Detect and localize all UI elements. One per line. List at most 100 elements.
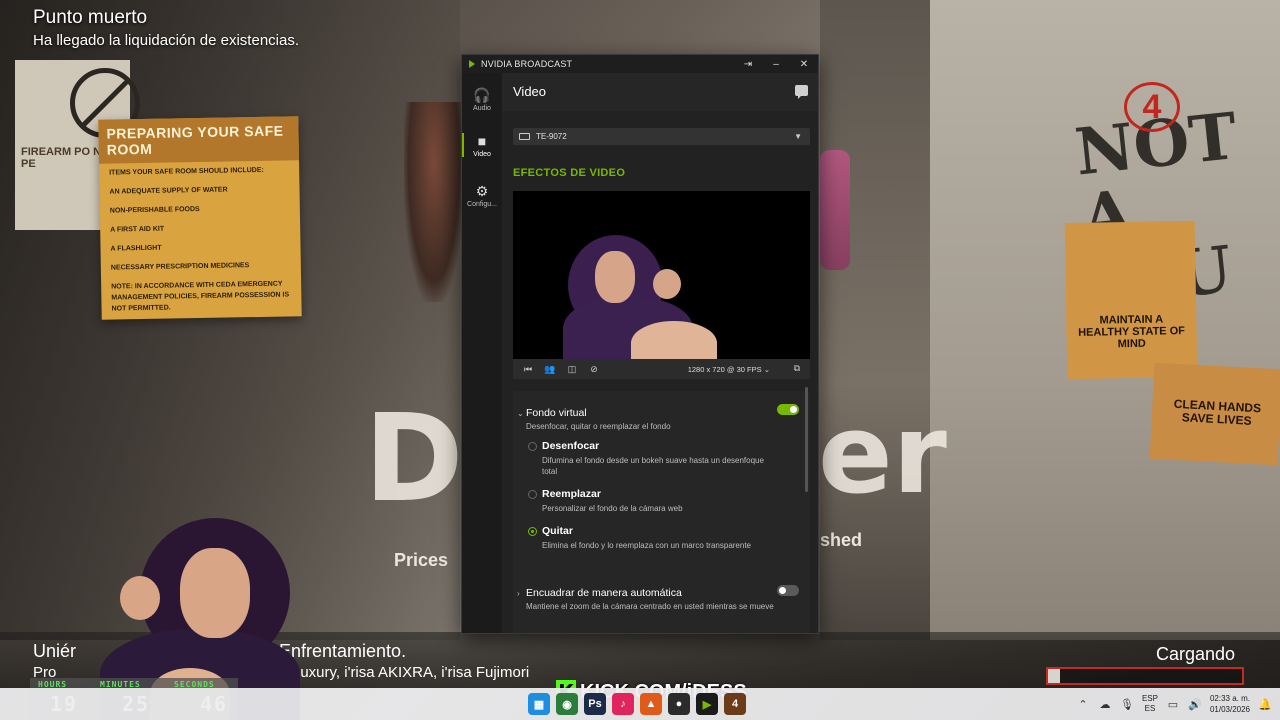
chevron-up-icon[interactable]: ⌃ (1076, 698, 1090, 711)
effect-description: Mantiene el zoom de la cámara centrado e… (526, 602, 774, 611)
nav-item-settings[interactable]: ⚙ Configu... (462, 173, 502, 217)
loading-label: Cargando (1156, 644, 1236, 664)
chevron-down-icon: ▼ (794, 132, 802, 141)
nav-sidebar: 🎧 Audio ■ Video ⚙ Configu... (462, 73, 502, 633)
video-effects-heading: EFECTOS DE VIDEO (513, 167, 626, 179)
close-button[interactable]: ✕ (790, 55, 818, 73)
photoshop-icon[interactable]: Ps (584, 693, 606, 715)
notification-bell-icon[interactable]: 🔔 (1258, 698, 1272, 711)
music-icon[interactable]: ♪ (612, 693, 634, 715)
github-icon[interactable]: ● (668, 693, 690, 715)
network-icon[interactable]: ▭ (1166, 698, 1180, 711)
window-controls: ⇥ – ✕ (734, 55, 818, 73)
windows-start-icon[interactable]: ▦ (528, 693, 550, 715)
effect-name: Encuadrar de manera automática (526, 587, 682, 599)
poster-figure (820, 150, 850, 270)
headphones-icon: 🎧 (473, 86, 491, 103)
option-remove-description: Elimina el fondo y lo reemplaza con un m… (542, 541, 751, 550)
nvidia-logo-icon (469, 60, 475, 68)
language-bottom: ES (1144, 704, 1156, 713)
language-indicator[interactable]: ESP ES (1142, 694, 1158, 714)
safe-room-poster: PREPARING YOUR SAFE ROOM ITEMS YOUR SAFE… (98, 116, 302, 320)
virtual-background-toggle[interactable] (777, 404, 799, 415)
feedback-icon[interactable] (795, 85, 808, 99)
webcam-icon (519, 133, 530, 140)
radio-blur[interactable] (528, 442, 537, 451)
radio-replace[interactable] (528, 490, 537, 499)
nav-item-audio[interactable]: 🎧 Audio (462, 77, 502, 121)
skip-back-icon[interactable]: ⏮ (517, 364, 539, 375)
clock-time: 02:33 a. m. (1209, 694, 1250, 703)
taskbar-clock[interactable]: 02:33 a. m. 01/03/2026 (1210, 693, 1250, 715)
snapshot-icon[interactable]: ◫ (561, 364, 583, 375)
healthy-mind-text: MAINTAIN A HEALTHY STATE OF MIND (1078, 313, 1186, 351)
nav-item-label: Audio (473, 104, 491, 112)
preview-hand (653, 269, 681, 299)
option-blur-description: Difumina el fondo desde un bokeh suave h… (542, 456, 764, 476)
loading-progress-fill (1048, 669, 1060, 683)
webcam-face (180, 548, 250, 638)
zombie-figure (404, 102, 464, 302)
nav-item-video[interactable]: ■ Video (462, 123, 502, 167)
preview-face (595, 251, 635, 303)
effect-name: Fondo virtual (526, 407, 587, 419)
page-title: Video (513, 84, 547, 99)
microphone-icon[interactable]: 🎙 (1120, 698, 1134, 711)
healthy-mind-poster: MAINTAIN A HEALTHY STATE OF MIND (1064, 220, 1198, 380)
clock-date: 01/03/2026 (1209, 705, 1250, 714)
minimize-button[interactable]: – (762, 55, 790, 73)
chevron-down-icon[interactable]: ⌄ (517, 409, 524, 418)
panel-scrollbar[interactable] (805, 387, 808, 492)
page-header: Video (502, 73, 818, 111)
chevron-right-icon[interactable]: › (517, 589, 520, 598)
option-remove-label[interactable]: Quitar (542, 525, 573, 537)
taskbar-apps: ▦ ◉ Ps ♪ ▲ ● ▶ 4 (528, 693, 746, 717)
nav-item-label: Configu... (467, 200, 497, 208)
auto-frame-toggle[interactable] (777, 585, 799, 596)
window-title: NVIDIA BROADCAST (481, 59, 573, 69)
nvidia-broadcast-window: NVIDIA BROADCAST ⇥ – ✕ 🎧 Audio ■ Video ⚙… (461, 54, 819, 634)
people-icon[interactable]: 👥 (539, 364, 561, 375)
gear-icon: ⚙ (475, 182, 489, 199)
sign-in-icon[interactable]: ⇥ (734, 55, 762, 73)
join-message-left: Uniér (33, 641, 77, 661)
nav-item-label: Video (473, 150, 491, 158)
windows-taskbar: ▦ ◉ Ps ♪ ▲ ● ▶ 4 ⌃ ☁ 🎙 ESP ES ▭ 🔊 02:33 … (0, 688, 1280, 720)
loading-progress-bar (1046, 667, 1244, 685)
hide-preview-icon[interactable]: ⊘ (583, 364, 605, 375)
achievement-description: Ha llegado la liquidación de existencias… (33, 32, 300, 49)
game-title-right: er (818, 390, 947, 518)
preview-controls: ⏮ 👥 ◫ ⊘ 1280 x 720 @ 30 FPS ⌄ ⧉ (513, 359, 810, 379)
achievement-title: Punto muerto (33, 7, 148, 28)
clean-hands-poster: CLEAN HANDS SAVE LIVES (1149, 362, 1280, 466)
camera-device-value: TE-9072 (536, 132, 567, 141)
join-subtext-right: Luxury, i'risa AKIXRA, i'risa Fujimori (292, 664, 530, 681)
option-replace-label[interactable]: Reemplazar (542, 488, 601, 500)
compare-icon[interactable]: ⧉ (794, 363, 800, 374)
safe-room-poster-line: NOTE: IN ACCORDANCE WITH CEDA EMERGENCY … (111, 280, 290, 313)
camera-device-select[interactable]: TE-9072 ▼ (513, 128, 810, 145)
clean-hands-text: CLEAN HANDS SAVE LIVES (1173, 396, 1262, 428)
xbox-icon[interactable]: ◉ (556, 693, 578, 715)
resolution-selector[interactable]: 1280 x 720 @ 30 FPS ⌄ (688, 365, 770, 374)
volume-icon[interactable]: 🔊 (1188, 698, 1202, 711)
webcam-hand (120, 576, 160, 620)
resolution-value: 1280 x 720 @ 30 FPS (687, 365, 762, 374)
safe-room-poster-title: PREPARING YOUR SAFE ROOM (98, 116, 300, 164)
window-titlebar[interactable]: NVIDIA BROADCAST ⇥ – ✕ (462, 55, 818, 73)
shed-text: shed (820, 530, 863, 550)
preview-knees (631, 321, 717, 359)
option-replace-description: Personalizar el fondo de la cámara web (542, 504, 683, 513)
brave-icon[interactable]: ▲ (640, 693, 662, 715)
camera-preview (513, 191, 810, 359)
nvidia-broadcast-taskbar-icon[interactable]: ▶ (696, 693, 718, 715)
language-top: ESP (1141, 694, 1158, 703)
effect-description: Desenfocar, quitar o reemplazar el fondo (526, 422, 671, 431)
system-tray: ⌃ ☁ 🎙 ESP ES ▭ 🔊 02:33 a. m. 01/03/2026 … (1076, 690, 1272, 718)
onedrive-icon[interactable]: ☁ (1098, 698, 1112, 711)
camera-icon: ■ (477, 132, 487, 149)
option-blur-label[interactable]: Desenfocar (542, 440, 599, 452)
price-text: Prices (394, 550, 449, 570)
left4dead-taskbar-icon[interactable]: 4 (724, 693, 746, 715)
radio-remove[interactable] (528, 527, 537, 536)
